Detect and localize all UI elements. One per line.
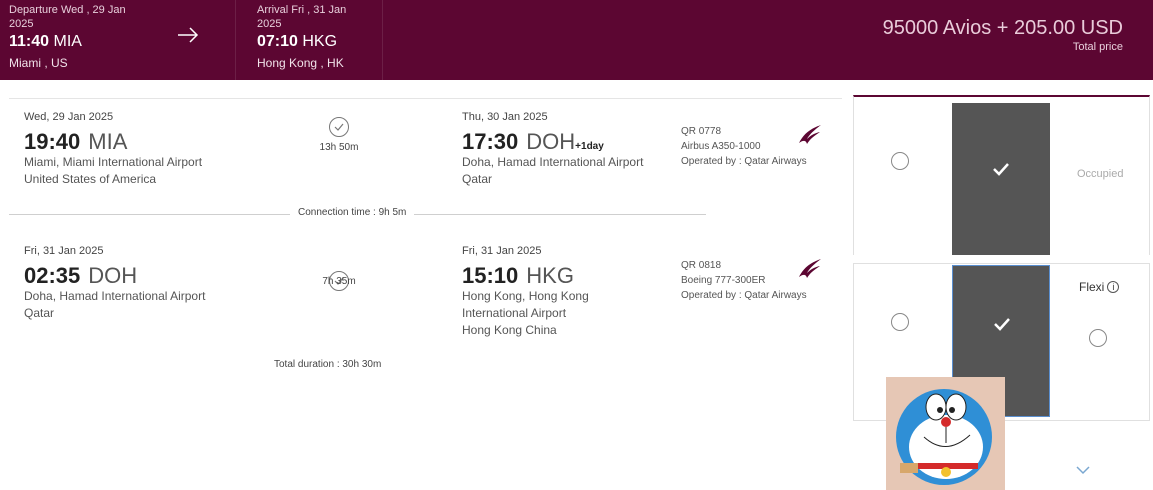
- flexi-radio[interactable]: [1089, 329, 1107, 347]
- arrival-time: 07:10 HKG: [257, 33, 338, 50]
- info-icon[interactable]: i: [1107, 281, 1120, 293]
- qatar-airways-logo-icon: [799, 259, 821, 278]
- checkmark-icon: [993, 163, 1009, 176]
- arrival-label: Arrival Fri , 31 Jan: [257, 4, 347, 16]
- price-amount: 95000 Avios + 205.00 USD: [882, 17, 1123, 39]
- clock-icon: [329, 117, 349, 137]
- chevron-down-icon[interactable]: [1075, 465, 1091, 475]
- segment-1-arrival-date: Thu, 30 Jan 2025: [462, 111, 548, 123]
- segment-2-arrival-airport: Hong Kong, Hong Kong International Airpor…: [462, 289, 589, 337]
- occupied-label: Occupied: [1077, 168, 1124, 180]
- checkmark-icon: [994, 318, 1010, 331]
- departure-label: Departure Wed , 29 Jan: [9, 4, 126, 16]
- arrow-right-icon: [178, 27, 199, 43]
- arrival-year: 2025: [257, 18, 282, 30]
- operator: Operated by : Qatar Airways: [681, 156, 807, 167]
- departure-year: 2025: [9, 18, 34, 30]
- total-duration: Total duration : 30h 30m: [274, 359, 382, 370]
- panel-gap: [853, 255, 1153, 263]
- segment-2-duration: 7h 35m: [322, 276, 356, 287]
- segment-1-flight-info: QR 0778 Airbus A350-1000 Operated by : Q…: [681, 124, 807, 169]
- segment-2-arrival-date: Fri, 31 Jan 2025: [462, 245, 542, 257]
- arrival-summary: Arrival Fri , 31 Jan 2025 07:10 HKG Hong…: [257, 3, 346, 71]
- departure-time: 11:40 MIA: [9, 33, 82, 50]
- segment-2-departure-airport: Doha, Hamad International Airport Qatar: [24, 289, 206, 320]
- aircraft-type: Boeing 777-300ER: [681, 275, 766, 286]
- itinerary-details: Wed, 29 Jan 2025 19:40 MIA Miami, Miami I…: [9, 98, 842, 418]
- departure-city: Miami , US: [9, 56, 68, 70]
- aircraft-type: Airbus A350-1000: [681, 141, 761, 152]
- qatar-airways-logo-icon: [799, 125, 821, 144]
- connection-time: Connection time : 9h 5m: [290, 207, 415, 218]
- operator: Operated by : Qatar Airways: [681, 290, 807, 301]
- fare-radio-row2[interactable]: [891, 313, 909, 331]
- arrival-city: Hong Kong , HK: [257, 56, 344, 70]
- segment-2-departure-time: 02:35 DOH: [24, 263, 138, 288]
- fare-option-tile-row1[interactable]: [952, 103, 1050, 256]
- fare-radio-row1[interactable]: [891, 152, 909, 170]
- trip-summary-banner: Departure Wed , 29 Jan 2025 11:40 MIA Mi…: [0, 0, 1153, 80]
- segment-1-duration: 13h 50m: [319, 142, 359, 153]
- flight-number: QR 0778: [681, 126, 722, 137]
- flight-number: QR 0818: [681, 260, 722, 271]
- avatar: [886, 377, 1005, 490]
- segment-2-departure-date: Fri, 31 Jan 2025: [24, 245, 104, 257]
- segment-1-departure-date: Wed, 29 Jan 2025: [24, 111, 114, 123]
- price-label: Total price: [1072, 41, 1123, 53]
- departure-summary: Departure Wed , 29 Jan 2025 11:40 MIA Mi…: [9, 3, 126, 71]
- flexi-label: Flexi i: [1079, 280, 1120, 294]
- total-price: 95000 Avios + 205.00 USD Total price: [883, 16, 1123, 54]
- segment-1-arrival-airport: Doha, Hamad International Airport Qatar: [462, 155, 644, 186]
- segment-1-departure-airport: Miami, Miami International Airport United…: [24, 155, 203, 186]
- segment-2-flight-info: QR 0818 Boeing 777-300ER Operated by : Q…: [681, 258, 807, 303]
- segment-1-departure-time: 19:40 MIA: [24, 129, 128, 154]
